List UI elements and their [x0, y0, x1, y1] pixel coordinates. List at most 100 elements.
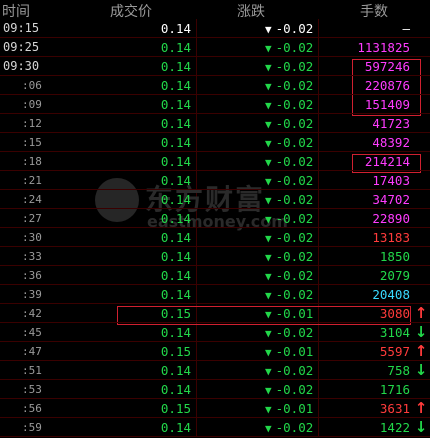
tick-price: 0.14 — [160, 211, 191, 226]
down-triangle-icon: ▼ — [265, 213, 272, 226]
tick-change: ▼ -0.01 — [265, 399, 313, 419]
tick-change-value: -0.02 — [275, 382, 314, 397]
tick-price: 0.15 — [160, 401, 191, 416]
tick-time: :39 — [22, 288, 42, 301]
tick-volume: 3080 — [379, 306, 410, 321]
tick-row[interactable]: :18 0.14 ▼ -0.02 214214 — [0, 152, 430, 171]
down-triangle-icon: ▼ — [265, 99, 272, 112]
tick-price: 0.14 — [160, 154, 191, 169]
tick-time: :53 — [22, 383, 42, 396]
grid-row-line — [0, 151, 430, 152]
tick-change-value: -0.01 — [275, 306, 314, 321]
tick-change-value: -0.02 — [275, 135, 314, 150]
tick-row[interactable]: :06 0.14 ▼ -0.02 220876 — [0, 76, 430, 95]
tick-row[interactable]: 09:25 0.14 ▼ -0.02 1131825 — [0, 38, 430, 57]
tick-price: 0.14 — [160, 382, 191, 397]
tick-change: ▼ -0.02 — [265, 418, 313, 438]
tick-price: 0.14 — [160, 21, 191, 36]
tick-price: 0.14 — [160, 78, 191, 93]
tick-price: 0.14 — [160, 40, 191, 55]
tick-row[interactable]: :15 0.14 ▼ -0.02 48392 — [0, 133, 430, 152]
tick-row[interactable]: :27 0.14 ▼ -0.02 22890 — [0, 209, 430, 228]
tick-row[interactable]: :24 0.14 ▼ -0.02 34702 — [0, 190, 430, 209]
tick-time: :30 — [22, 231, 42, 244]
tick-volume: 3104 — [379, 325, 410, 340]
tick-time: :24 — [22, 193, 42, 206]
tick-price: 0.14 — [160, 116, 191, 131]
arrow-up-icon: ↑ — [414, 399, 428, 417]
tick-row[interactable]: :45 0.14 ▼ -0.02 3104 ↓ — [0, 323, 430, 342]
tick-price: 0.14 — [160, 97, 191, 112]
down-triangle-icon: ▼ — [265, 270, 272, 283]
tick-price: 0.15 — [160, 344, 191, 359]
tick-row[interactable]: :33 0.14 ▼ -0.02 1850 — [0, 247, 430, 266]
tick-change-value: -0.02 — [275, 287, 314, 302]
tick-list[interactable]: 09:15 0.14 ▼ -0.02—09:25 0.14 ▼ -0.02 1131825 09… — [0, 19, 430, 437]
tick-row[interactable]: :30 0.14 ▼ -0.02 13183 — [0, 228, 430, 247]
tick-volume: 22890 — [372, 211, 410, 226]
tick-time: :45 — [22, 326, 42, 339]
grid-row-line — [0, 284, 430, 285]
tick-row[interactable]: :51 0.14 ▼ -0.02 758 ↓ — [0, 361, 430, 380]
tick-row[interactable]: 09:30 0.14 ▼ -0.02 597246 — [0, 57, 430, 76]
tick-time: 09:30 — [3, 59, 40, 73]
down-triangle-icon: ▼ — [265, 384, 272, 397]
tick-row[interactable]: :39 0.14 ▼ -0.02 20408 — [0, 285, 430, 304]
tick-change: ▼ -0.02 — [265, 228, 313, 248]
tick-row[interactable]: :09 0.14 ▼ -0.02 151409 — [0, 95, 430, 114]
tick-time: 09:15 — [3, 21, 40, 35]
tick-volume: 34702 — [372, 192, 410, 207]
tick-row[interactable]: :36 0.14 ▼ -0.02 2079 — [0, 266, 430, 285]
grid-row-line — [0, 113, 430, 114]
down-triangle-icon: ▼ — [265, 137, 272, 150]
tick-price: 0.14 — [160, 59, 191, 74]
tick-row[interactable]: 09:15 0.14 ▼ -0.02 — — [0, 19, 430, 38]
grid-row-line — [0, 398, 430, 399]
tick-volume: 1422 — [379, 420, 410, 435]
down-triangle-icon: ▼ — [265, 23, 272, 36]
tick-row[interactable]: :42 0.15 ▼ -0.01 3080 ↑ — [0, 304, 430, 323]
grid-row-line — [0, 265, 430, 266]
tick-change-value: -0.02 — [275, 116, 314, 131]
tick-price: 0.14 — [160, 173, 191, 188]
tick-row[interactable]: :53 0.14 ▼ -0.02 1716 — [0, 380, 430, 399]
tick-change: ▼ -0.02 — [265, 19, 313, 39]
grid-row-line — [0, 379, 430, 380]
tick-change-value: -0.02 — [275, 230, 314, 245]
down-triangle-icon: ▼ — [265, 175, 272, 188]
tick-change: ▼ -0.02 — [265, 76, 313, 96]
grid-row-line — [0, 94, 430, 95]
down-triangle-icon: ▼ — [265, 308, 272, 321]
down-triangle-icon: ▼ — [265, 251, 272, 264]
header-change: 涨跌 — [237, 4, 265, 20]
tick-row[interactable]: :56 0.15 ▼ -0.01 3631 ↑ — [0, 399, 430, 418]
tick-row[interactable]: :21 0.14 ▼ -0.02 17403 — [0, 171, 430, 190]
tick-row[interactable]: :59 0.14 ▼ -0.02 1422 ↓ — [0, 418, 430, 437]
down-triangle-icon: ▼ — [265, 289, 272, 302]
tick-time: :59 — [22, 421, 42, 434]
tick-volume: 20408 — [372, 287, 410, 302]
tick-volume: 3631 — [379, 401, 410, 416]
tick-change-value: -0.02 — [275, 268, 314, 283]
grid-row-line — [0, 208, 430, 209]
grid-row-line — [0, 360, 430, 361]
tick-change: ▼ -0.02 — [265, 171, 313, 191]
tick-volume: 220876 — [364, 78, 410, 93]
tick-change-value: -0.02 — [275, 173, 314, 188]
tick-volume: 41723 — [372, 116, 410, 131]
tick-change: ▼ -0.02 — [265, 323, 313, 343]
header-price: 成交价 — [110, 4, 152, 20]
tick-time: :09 — [22, 98, 42, 111]
down-triangle-icon: ▼ — [265, 80, 272, 93]
tick-time: :12 — [22, 117, 42, 130]
tick-time: :15 — [22, 136, 42, 149]
tick-change-value: -0.02 — [275, 325, 314, 340]
tick-change-value: -0.01 — [275, 344, 314, 359]
arrow-down-icon: ↓ — [414, 323, 428, 341]
down-triangle-icon: ▼ — [265, 422, 272, 435]
tick-time: :36 — [22, 269, 42, 282]
tick-row[interactable]: :12 0.14 ▼ -0.02 41723 — [0, 114, 430, 133]
tick-row[interactable]: :47 0.15 ▼ -0.01 5597 ↑ — [0, 342, 430, 361]
tick-change-value: -0.02 — [275, 249, 314, 264]
down-triangle-icon: ▼ — [265, 346, 272, 359]
